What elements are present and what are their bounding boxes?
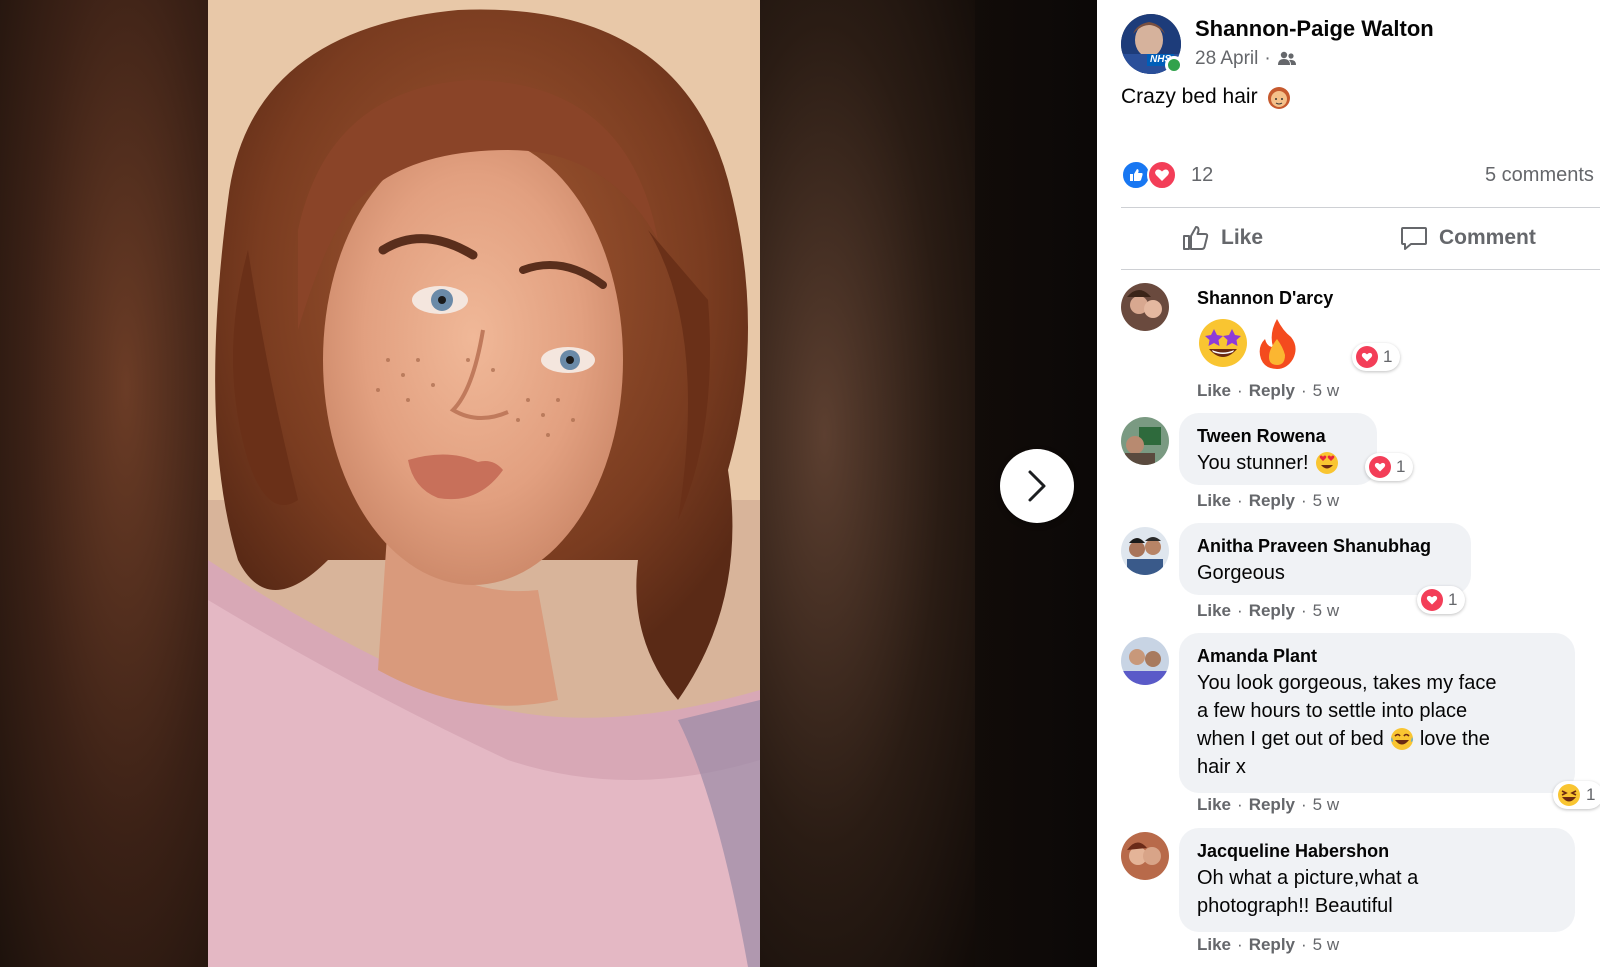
blurred-background-left — [0, 0, 210, 967]
comment-reply-link[interactable]: Reply — [1249, 935, 1295, 955]
comment-reaction-badge[interactable]: 1 — [1365, 453, 1414, 481]
comment-icon — [1401, 227, 1427, 250]
online-status-dot — [1165, 56, 1183, 74]
commenter-name[interactable]: Shannon D'arcy — [1197, 285, 1333, 311]
commenter-name[interactable]: Jacqueline Habershon — [1197, 838, 1557, 864]
comment-reply-link[interactable]: Reply — [1249, 491, 1295, 511]
comment-bubble: Anitha Praveen Shanubhag Gorgeous — [1179, 523, 1471, 595]
comment-reaction-count: 1 — [1396, 457, 1406, 476]
love-reaction-icon — [1421, 589, 1443, 611]
reactions-summary: 12 5 comments — [1121, 160, 1600, 196]
comment-reaction-count: 1 — [1586, 785, 1596, 804]
comment-reaction-count: 1 — [1448, 590, 1458, 609]
comment-text-line: hair x — [1197, 756, 1246, 778]
comment-bubble: Jacqueline Habershon Oh what a picture,w… — [1179, 828, 1575, 932]
commenter-avatar[interactable] — [1121, 637, 1169, 685]
comment-time[interactable]: 5 w — [1313, 381, 1339, 401]
comment-text-segment: love the — [1419, 728, 1490, 750]
comment-bubble: Tween Rowena You stunner! — [1179, 413, 1377, 485]
comment-text-line: photograph!! Beautiful — [1197, 895, 1393, 917]
post-panel: NHS Shannon-Paige Walton 28 April · •• C… — [1097, 0, 1600, 967]
photo-viewer — [0, 0, 1097, 967]
comment-text: You stunner! — [1197, 449, 1359, 477]
comments-count[interactable]: 5 comments — [1485, 164, 1594, 187]
post-caption: Crazy bed hair — [1121, 84, 1292, 110]
comment-item: Amanda Plant You look gorgeous, takes my… — [1121, 633, 1600, 823]
comment-like-link[interactable]: Like — [1197, 935, 1231, 955]
comment-time[interactable]: 5 w — [1313, 491, 1339, 511]
comment-emojis — [1197, 317, 1333, 369]
selfie-illustration — [208, 0, 760, 967]
post-photo[interactable] — [208, 0, 760, 967]
comment-actions: Like · Reply · 5 w — [1197, 795, 1340, 815]
star-struck-emoji — [1199, 319, 1247, 367]
comment-actions: Like · Reply · 5 w — [1197, 491, 1340, 511]
comment-text-line: Oh what a picture,what a — [1197, 867, 1419, 889]
comment-like-link[interactable]: Like — [1197, 601, 1231, 621]
comment-reaction-badge[interactable]: 1 — [1553, 781, 1600, 809]
post-caption-text: Crazy bed hair — [1121, 85, 1258, 108]
fire-emoji — [1259, 319, 1296, 369]
comment-actions: Like · Reply · 5 w — [1197, 935, 1340, 955]
divider — [1121, 207, 1600, 208]
thumbs-up-icon — [1183, 226, 1209, 250]
commenter-avatar[interactable] — [1121, 283, 1169, 331]
comment-item: Jacqueline Habershon Oh what a picture,w… — [1121, 828, 1600, 967]
post-header: NHS Shannon-Paige Walton 28 April · •• — [1121, 14, 1591, 76]
post-meta: 28 April · — [1195, 48, 1297, 70]
blurred-background-right — [760, 0, 975, 967]
divider — [1121, 269, 1600, 270]
comment-button[interactable]: Comment — [1399, 218, 1536, 258]
comment-time[interactable]: 5 w — [1313, 795, 1339, 815]
commenter-name[interactable]: Amanda Plant — [1197, 643, 1557, 669]
love-reaction-icon — [1147, 160, 1177, 190]
comment-text-segment: when I get out of bed — [1197, 728, 1384, 750]
reaction-count[interactable]: 12 — [1191, 164, 1213, 187]
woman-red-hair-emoji — [1267, 87, 1290, 109]
tears-of-joy-emoji — [1390, 728, 1413, 750]
comment-text-line: when I get out of bed love the — [1197, 725, 1557, 753]
comment-actions: Like · Reply · 5 w — [1197, 381, 1340, 401]
friends-icon[interactable] — [1277, 51, 1297, 67]
comment-text-line: You look gorgeous, takes my face — [1197, 672, 1497, 694]
comment-like-link[interactable]: Like — [1197, 795, 1231, 815]
meta-separator: · — [1264, 48, 1271, 69]
comment-item: Anitha Praveen Shanubhag Gorgeous 1 Like… — [1121, 523, 1600, 628]
comment-bubble: Amanda Plant You look gorgeous, takes my… — [1179, 633, 1575, 793]
comment-item: Shannon D'arcy 1 Like · Reply · 5 w — [1121, 283, 1600, 408]
comment-time[interactable]: 5 w — [1313, 935, 1339, 955]
commenter-name[interactable]: Tween Rowena — [1197, 423, 1359, 449]
comment-reply-link[interactable]: Reply — [1249, 381, 1295, 401]
comment-reaction-badge[interactable]: 1 — [1417, 586, 1466, 614]
comment-reaction-count: 1 — [1383, 347, 1393, 366]
comment-button-label: Comment — [1439, 226, 1536, 249]
comment-text: Gorgeous — [1197, 562, 1285, 584]
like-button-label: Like — [1221, 226, 1264, 249]
commenter-avatar[interactable] — [1121, 527, 1169, 575]
comment-text-content: You stunner! — [1197, 452, 1309, 474]
chevron-right-icon — [1028, 470, 1046, 502]
commenter-avatar[interactable] — [1121, 832, 1169, 880]
commenter-name[interactable]: Anitha Praveen Shanubhag — [1197, 533, 1453, 559]
post-author-name[interactable]: Shannon-Paige Walton — [1195, 16, 1434, 42]
comment-bubble: Shannon D'arcy — [1179, 283, 1351, 381]
comment-item: Tween Rowena You stunner! 1 Like · Reply ·… — [1121, 413, 1600, 518]
comment-time[interactable]: 5 w — [1313, 601, 1339, 621]
comment-reaction-badge[interactable]: 1 — [1352, 343, 1401, 371]
love-reaction-icon — [1356, 346, 1378, 368]
love-reaction-icon — [1369, 456, 1391, 478]
comment-actions: Like · Reply · 5 w — [1197, 601, 1340, 621]
heart-eyes-emoji — [1315, 452, 1338, 474]
comment-text-line: a few hours to settle into place — [1197, 700, 1468, 722]
reaction-icons[interactable] — [1121, 160, 1177, 190]
commenter-avatar[interactable] — [1121, 417, 1169, 465]
comment-reply-link[interactable]: Reply — [1249, 601, 1295, 621]
like-button[interactable]: Like — [1181, 218, 1263, 258]
comment-reply-link[interactable]: Reply — [1249, 795, 1295, 815]
haha-reaction-icon — [1558, 784, 1580, 806]
comment-like-link[interactable]: Like — [1197, 491, 1231, 511]
post-date[interactable]: 28 April — [1195, 48, 1258, 70]
next-photo-button[interactable] — [1000, 449, 1074, 523]
comment-like-link[interactable]: Like — [1197, 381, 1231, 401]
